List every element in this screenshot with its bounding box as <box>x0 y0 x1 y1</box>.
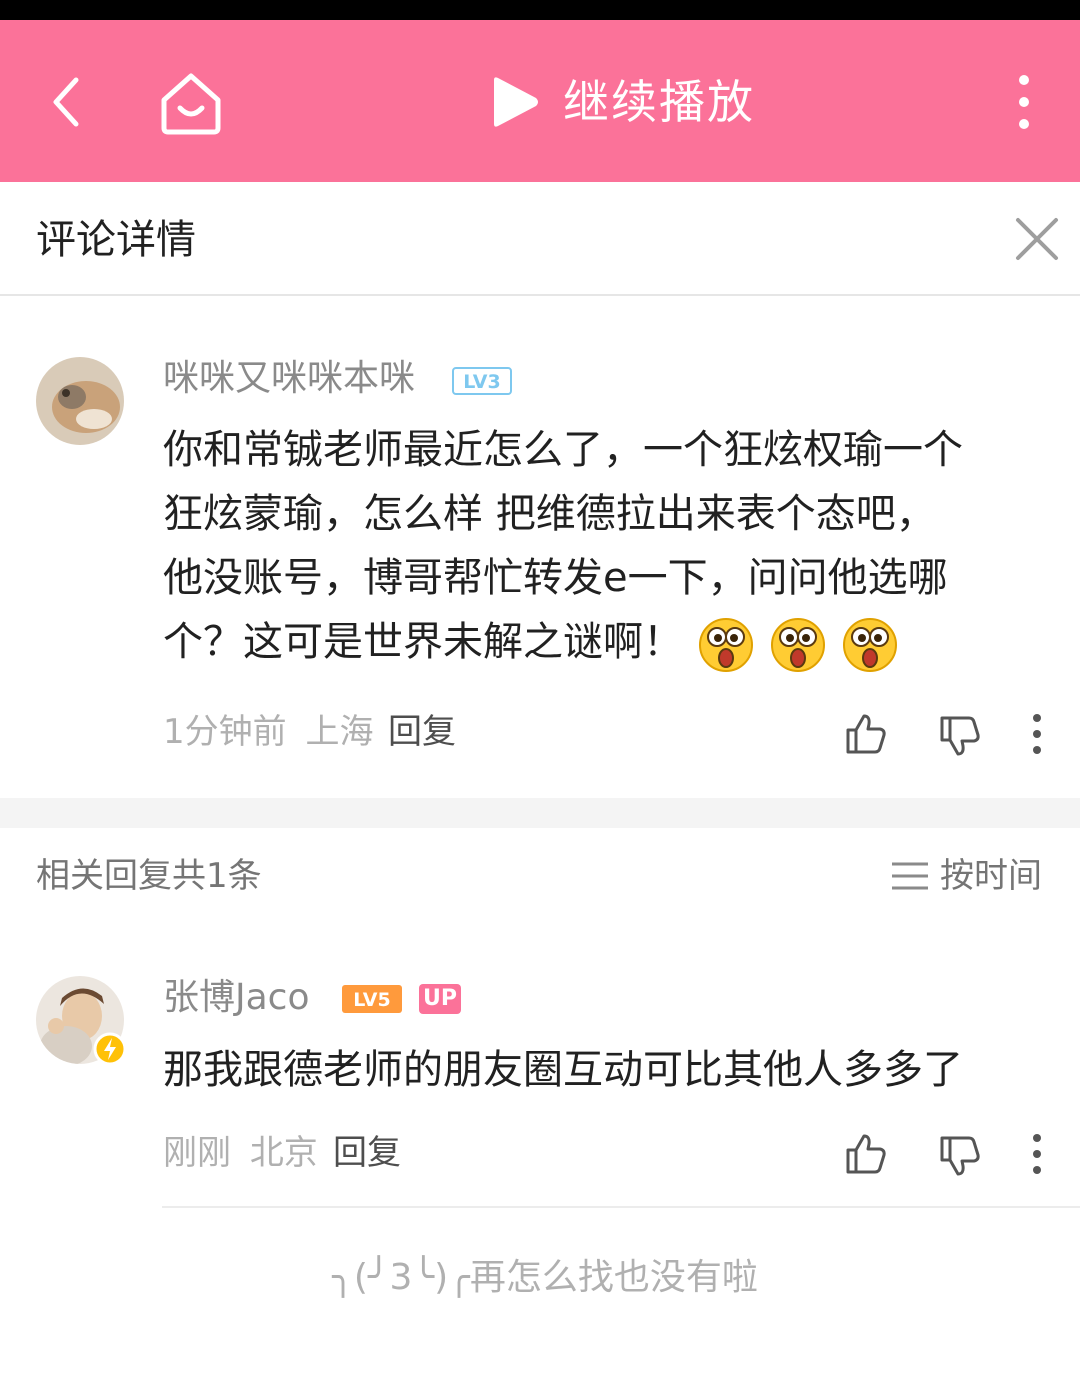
comment-text: 你和常铖老师最近怎么了，一个狂炫权瑜一个 狂炫蒙瑜，怎么样 把维德拉出来表个态吧… <box>163 418 963 674</box>
level-badge-lv3: LV3 <box>452 367 512 395</box>
thumbs-up-icon[interactable] <box>842 710 890 758</box>
reply-location: 北京 <box>249 1133 318 1173</box>
surprised-emoji-icon <box>843 618 897 672</box>
thumbs-up-icon[interactable] <box>842 1130 890 1178</box>
comment-time: 1分钟前 <box>163 712 287 752</box>
comment-line: 个？这可是世界未解之谜啊！ <box>163 619 683 665</box>
comment-meta: 1分钟前 上海 <box>163 710 373 754</box>
username[interactable]: 咪咪又咪咪本咪 <box>163 357 415 401</box>
end-of-list-message: ╮(╯3╰)╭再怎么找也没有啦 <box>332 1257 758 1298</box>
reply-button[interactable]: 回复 <box>388 710 456 754</box>
more-vertical-icon[interactable] <box>1013 710 1061 758</box>
comment-line: 他没账号，博哥帮忙转发e一下，问问他选哪 <box>163 555 948 601</box>
surprised-emoji-row <box>683 618 899 672</box>
status-bar <box>0 0 1080 20</box>
reply-button[interactable]: 回复 <box>333 1131 401 1175</box>
top-bar: 继续播放 <box>0 20 1080 182</box>
more-vertical-icon[interactable] <box>1004 70 1044 134</box>
surprised-emoji-icon <box>699 618 753 672</box>
reply-separator <box>162 1206 1080 1208</box>
section-divider <box>0 798 1080 828</box>
svg-text:LV5: LV5 <box>353 989 390 1011</box>
sort-label: 按时间 <box>940 856 1042 896</box>
reply-text: 那我跟德老师的朋友圈互动可比其他人多多了 <box>163 1047 963 1093</box>
page-title: 评论详情 <box>36 217 196 263</box>
avatar[interactable] <box>36 357 124 445</box>
continue-play-button[interactable]: 继续播放 <box>563 72 755 132</box>
reply-time: 刚刚 <box>163 1133 231 1173</box>
username[interactable]: 张博Jaco <box>163 976 310 1020</box>
related-replies-count: 相关回复共1条 <box>36 856 262 896</box>
sort-by-time-button[interactable]: 按时间 <box>890 854 1042 898</box>
home-icon[interactable] <box>152 66 230 138</box>
verified-lightning-icon <box>93 1032 127 1066</box>
level-badge-lv5: LV5 <box>342 985 402 1013</box>
comment-line: 狂炫蒙瑜，怎么样 把维德拉出来表个态吧， <box>163 491 936 537</box>
close-icon[interactable] <box>1014 216 1060 262</box>
more-vertical-icon[interactable] <box>1013 1130 1061 1178</box>
thumbs-down-icon[interactable] <box>936 712 984 760</box>
play-icon[interactable] <box>486 74 542 130</box>
comment-line: 你和常铖老师最近怎么了，一个狂炫权瑜一个 <box>163 427 963 473</box>
comment-location: 上海 <box>305 712 374 752</box>
reply-meta: 刚刚 北京 <box>163 1131 318 1175</box>
comment-line-last: 个？这可是世界未解之谜啊！ <box>163 610 963 674</box>
surprised-emoji-icon <box>771 618 825 672</box>
uploader-badge: UP <box>419 984 461 1014</box>
back-arrow-icon[interactable] <box>40 70 100 134</box>
sort-lines-icon <box>892 862 928 890</box>
svg-text:LV3: LV3 <box>463 371 500 393</box>
thumbs-down-icon[interactable] <box>936 1132 984 1180</box>
comment-detail-header: 评论详情 <box>0 182 1080 296</box>
